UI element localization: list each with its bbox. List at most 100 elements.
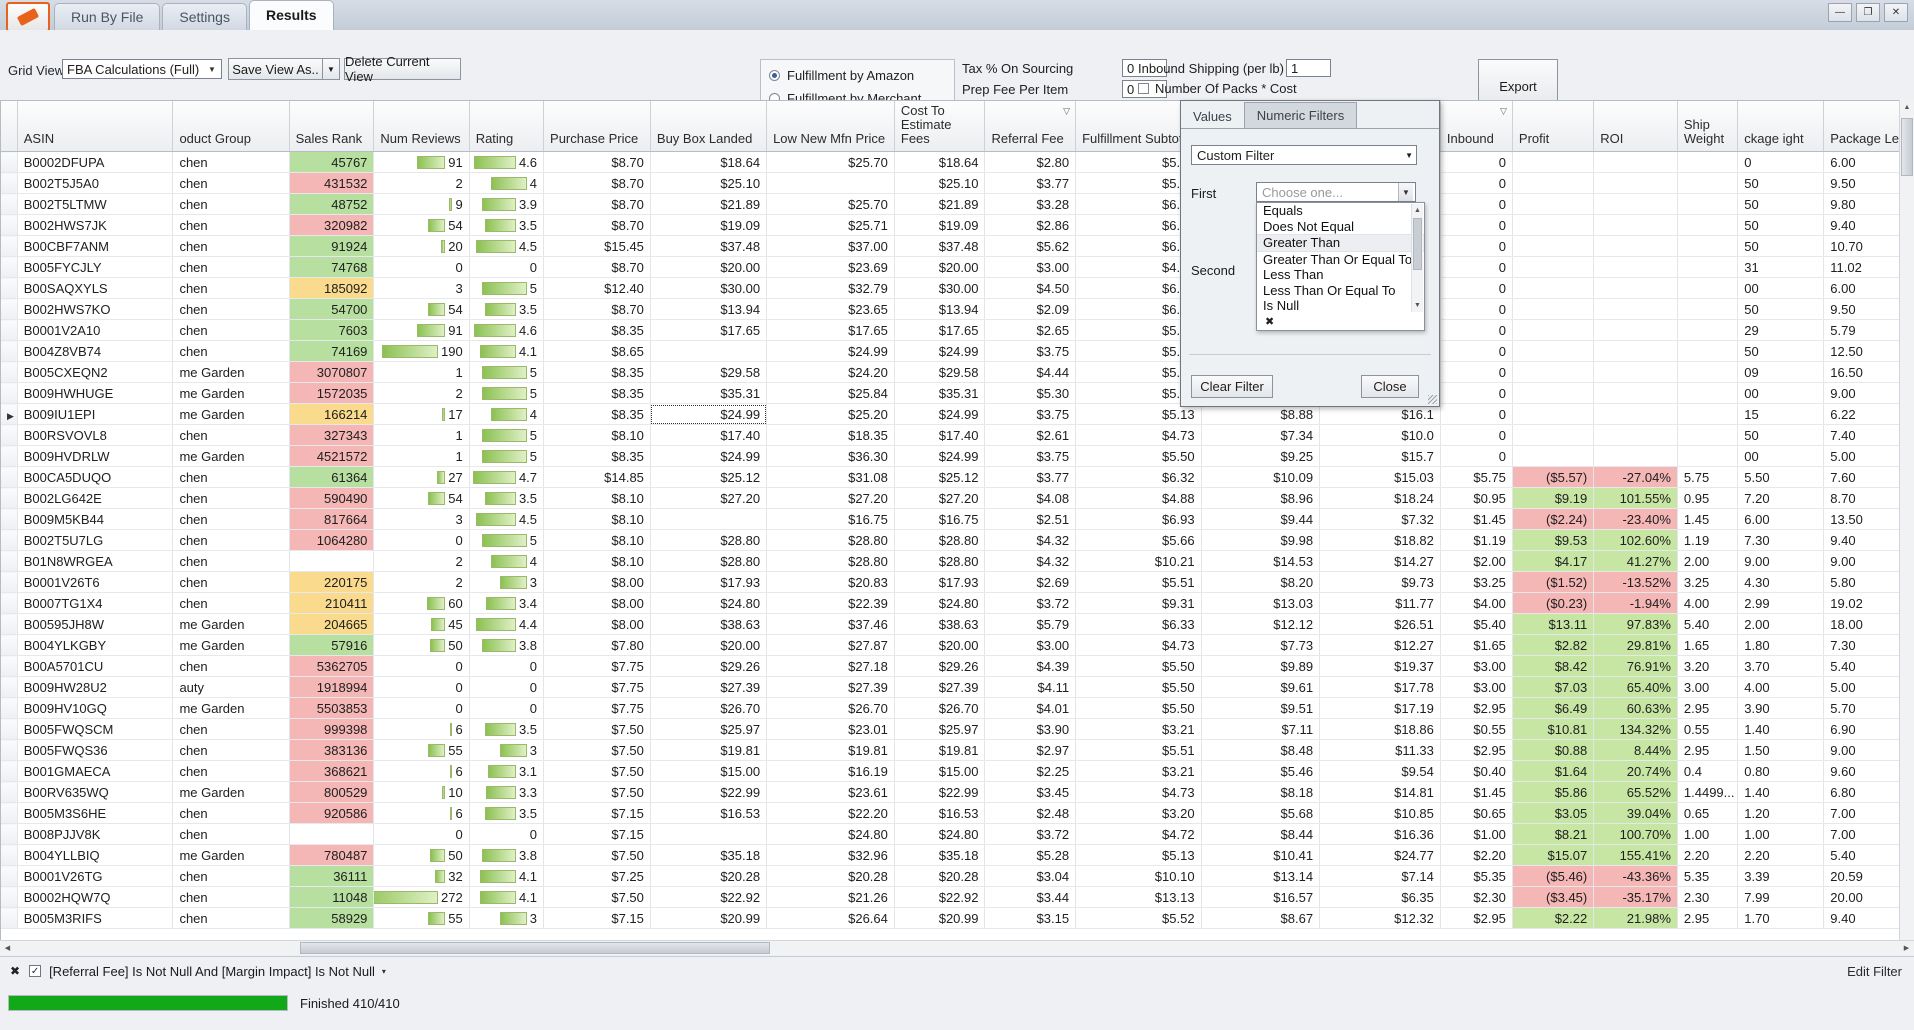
table-row[interactable]: B005FWQSCM chen 999398 6 3.5 $7.50 $25.97 $23.0… [1, 718, 1913, 740]
cell-num_reviews[interactable]: 17 [373, 403, 470, 425]
cell-referral_fee[interactable]: $4.44 [984, 361, 1077, 383]
row-selector[interactable] [1, 550, 18, 572]
cell-asin[interactable]: B009M5KB44 [17, 508, 174, 530]
cell-rating[interactable]: 3 [469, 907, 545, 929]
cell-roi[interactable]: 21.98% [1593, 907, 1678, 929]
row-selector[interactable] [1, 445, 18, 467]
cell-product_group[interactable]: chen [172, 235, 290, 257]
cell-sales_rank[interactable]: 4521572 [289, 445, 375, 467]
cell-purchase_price[interactable]: $8.00 [543, 592, 651, 614]
cell-roi[interactable]: 155.41% [1593, 844, 1678, 866]
cell-rating[interactable]: 5 [469, 424, 545, 446]
cell-cost_to_estimate[interactable]: $24.80 [894, 823, 986, 845]
table-row[interactable]: B005FYCJLY chen 74768 0 0 $8.70 $20.00 $23.69 $2… [1, 256, 1913, 278]
cell-product_group[interactable]: me Garden [172, 382, 290, 404]
cell-cost_sub_total[interactable]: $9.61 [1201, 676, 1321, 698]
cell-referral_fee[interactable]: $2.97 [984, 739, 1077, 761]
cell-cost_sub_total[interactable]: $7.34 [1201, 424, 1321, 446]
cell-cost_to_estimate[interactable]: $20.28 [894, 865, 986, 887]
cell-product_group[interactable]: me Garden [172, 781, 290, 803]
tab-settings[interactable]: Settings [162, 3, 247, 30]
cell-margin_impact[interactable]: $15.03 [1319, 466, 1441, 488]
cell-referral_fee[interactable]: $3.77 [984, 466, 1077, 488]
column-header-asin[interactable]: ASIN [17, 101, 174, 152]
cell-referral_fee[interactable]: $5.62 [984, 235, 1077, 257]
cell-package_weight[interactable]: 3.90 [1737, 697, 1825, 719]
cell-inbound[interactable]: 0 [1440, 193, 1513, 215]
row-selector[interactable] [1, 361, 18, 383]
operator-option-greater-than-or-equal-to[interactable]: Greater Than Or Equal To [1257, 252, 1424, 268]
save-view-dropdown-button[interactable]: ▼ [322, 58, 340, 80]
cell-referral_fee[interactable]: $3.44 [984, 886, 1077, 908]
cell-inbound[interactable]: $1.45 [1440, 781, 1513, 803]
cell-cost_to_estimate[interactable]: $20.99 [894, 907, 986, 929]
cell-profit[interactable] [1512, 340, 1595, 362]
cell-ship_weight[interactable]: 2.95 [1677, 739, 1739, 761]
cell-low_new_mfn[interactable]: $21.26 [766, 886, 895, 908]
cell-purchase_price[interactable]: $8.70 [543, 151, 651, 173]
cell-fulfillment_subtotal[interactable]: $3.21 [1075, 718, 1202, 740]
cell-low_new_mfn[interactable]: $23.69 [766, 256, 895, 278]
cell-rating[interactable]: 5 [469, 361, 545, 383]
cell-fulfillment_subtotal[interactable]: $5.50 [1075, 676, 1202, 698]
filter-icon[interactable]: ▽ [1500, 104, 1507, 118]
cell-low_new_mfn[interactable]: $19.81 [766, 739, 895, 761]
cell-low_new_mfn[interactable]: $24.20 [766, 361, 895, 383]
cell-purchase_price[interactable]: $14.85 [543, 466, 651, 488]
cell-cost_to_estimate[interactable]: $20.00 [894, 256, 986, 278]
cell-package_weight[interactable]: 09 [1737, 361, 1825, 383]
cell-cost_sub_total[interactable]: $12.12 [1201, 613, 1321, 635]
cell-inbound[interactable]: 0 [1440, 319, 1513, 341]
cell-inbound[interactable]: 0 [1440, 361, 1513, 383]
column-header-rating[interactable]: Rating [469, 101, 545, 152]
cell-low_new_mfn[interactable]: $25.70 [766, 193, 895, 215]
restore-button[interactable]: ❐ [1856, 3, 1880, 22]
cell-roi[interactable] [1593, 193, 1678, 215]
cell-cost_to_estimate[interactable]: $27.39 [894, 676, 986, 698]
cell-buy_box_landed[interactable]: $20.28 [650, 865, 768, 887]
cell-cost_to_estimate[interactable]: $17.93 [894, 571, 986, 593]
cell-roi[interactable]: 41.27% [1593, 550, 1678, 572]
cell-product_group[interactable]: chen [172, 886, 290, 908]
cell-cost_to_estimate[interactable]: $16.53 [894, 802, 986, 824]
cell-low_new_mfn[interactable]: $27.87 [766, 634, 895, 656]
cell-purchase_price[interactable]: $8.35 [543, 403, 651, 425]
cell-inbound[interactable]: $2.00 [1440, 550, 1513, 572]
clear-operator-option[interactable]: ✖ [1257, 314, 1424, 330]
cell-ship_weight[interactable]: 3.25 [1677, 571, 1739, 593]
cell-product_group[interactable]: me Garden [172, 445, 290, 467]
cell-margin_impact[interactable]: $9.73 [1319, 571, 1441, 593]
save-view-as-button[interactable]: Save View As.. [228, 58, 323, 80]
table-row[interactable]: B00CBF7ANM chen 91924 20 4.5 $15.45 $37.48 $37.… [1, 235, 1913, 257]
cell-cost_to_estimate[interactable]: $19.09 [894, 214, 986, 236]
cell-margin_impact[interactable]: $10.85 [1319, 802, 1441, 824]
cell-package_weight[interactable]: 2.00 [1737, 613, 1825, 635]
cell-roi[interactable]: -43.36% [1593, 865, 1678, 887]
cell-sales_rank[interactable]: 5362705 [289, 655, 375, 677]
cell-product_group[interactable]: me Garden [172, 361, 290, 383]
row-selector[interactable] [1, 277, 18, 299]
cell-package_weight[interactable]: 00 [1737, 382, 1825, 404]
cell-num_reviews[interactable]: 55 [373, 739, 470, 761]
cell-sales_rank[interactable] [289, 550, 375, 572]
cell-sales_rank[interactable]: 780487 [289, 844, 375, 866]
cell-inbound[interactable]: 0 [1440, 235, 1513, 257]
cell-inbound[interactable]: 0 [1440, 172, 1513, 194]
cell-rating[interactable]: 0 [469, 655, 545, 677]
cell-purchase_price[interactable]: $7.50 [543, 886, 651, 908]
cell-inbound[interactable]: $2.95 [1440, 739, 1513, 761]
cell-asin[interactable]: B002T5LTMW [17, 193, 174, 215]
operator-dropdown-list[interactable]: Equals Does Not Equal Greater Than Greater … [1256, 202, 1425, 331]
cell-profit[interactable]: $3.05 [1512, 802, 1595, 824]
cell-product_group[interactable]: me Garden [172, 697, 290, 719]
cell-buy_box_landed[interactable]: $25.10 [650, 172, 768, 194]
cell-profit[interactable]: ($5.46) [1512, 865, 1595, 887]
cell-margin_impact[interactable]: $14.27 [1319, 550, 1441, 572]
cell-asin[interactable]: B002HWS7JK [17, 214, 174, 236]
cell-roi[interactable] [1593, 340, 1678, 362]
cell-purchase_price[interactable]: $8.70 [543, 214, 651, 236]
cell-cost_sub_total[interactable]: $10.09 [1201, 466, 1321, 488]
cell-rating[interactable]: 4.5 [469, 508, 545, 530]
cell-low_new_mfn[interactable]: $25.71 [766, 214, 895, 236]
cell-rating[interactable]: 5 [469, 445, 545, 467]
